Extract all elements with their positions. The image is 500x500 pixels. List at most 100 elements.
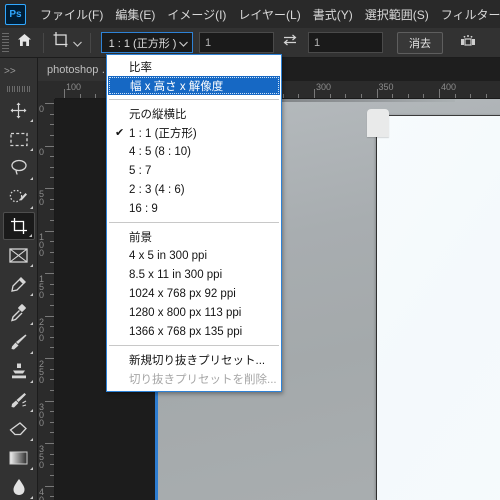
vertical-ruler[interactable]: 0 0 50 100 150 200 250 300 350 400 <box>38 99 55 500</box>
image-paper-corner-tab <box>367 109 389 137</box>
tool-brush-tool[interactable] <box>3 328 35 356</box>
tool-quick-selection-tool[interactable] <box>3 183 35 211</box>
ruler-minor-tick <box>50 241 54 243</box>
dropdown-menu-item-label: 2 : 3 (4 : 6) <box>129 183 185 196</box>
tool-expand-corner-icon <box>29 206 33 209</box>
dropdown-separator <box>109 99 279 100</box>
stamp-icon <box>10 362 28 380</box>
dropdown-menu-item-label: 切り抜きプリセットを削除... <box>129 373 277 386</box>
ruler-label: 400 <box>441 82 457 92</box>
dropdown-menu-item[interactable]: 幅 x 高さ x 解像度 <box>108 76 280 95</box>
ruler-origin-corner[interactable] <box>38 81 55 99</box>
active-tool-preset-picker[interactable] <box>50 31 84 55</box>
ruler-minor-tick <box>50 219 54 221</box>
ruler-major-tick <box>314 89 315 98</box>
dropdown-separator <box>109 345 279 346</box>
options-bar-divider-2 <box>90 32 91 53</box>
tool-clone-stamp-tool[interactable] <box>3 357 35 385</box>
dropdown-menu-item[interactable]: ✔ 1 : 1 (正方形) <box>107 123 281 142</box>
tool-eyedropper-tool[interactable] <box>3 270 35 298</box>
ruler-minor-tick <box>50 389 54 391</box>
ruler-minor-tick <box>50 421 54 423</box>
ruler-major-tick <box>64 89 65 98</box>
ruler-minor-tick <box>50 379 54 381</box>
menu-item-edit[interactable]: 編集(E) <box>109 2 161 27</box>
paintbrush-icon <box>10 333 28 351</box>
ruler-minor-tick <box>298 94 300 98</box>
tool-expand-corner-icon <box>29 322 33 325</box>
swap-dimensions-button[interactable] <box>278 32 302 54</box>
ruler-minor-tick <box>50 347 54 349</box>
menu-item-type[interactable]: 書式(Y) <box>307 2 359 27</box>
dropdown-menu-item[interactable]: 5 : 7 <box>107 161 281 180</box>
aspect-ratio-value: 1 : 1 (正方形 ) <box>108 37 177 50</box>
dropdown-menu-item[interactable]: 1280 x 800 px 113 ppi <box>107 303 281 322</box>
ruler-major-tick <box>439 89 440 98</box>
menu-item-image[interactable]: イメージ(I) <box>161 2 232 27</box>
history-brush-icon <box>10 391 28 409</box>
dropdown-menu-item[interactable]: 4 : 5 (8 : 10) <box>107 142 281 161</box>
tool-list <box>0 94 37 500</box>
menu-item-file[interactable]: ファイル(F) <box>34 2 109 27</box>
ruler-label: 300 <box>316 82 332 92</box>
crop-settings-button[interactable] <box>455 31 481 55</box>
tool-expand-corner-icon <box>29 409 33 412</box>
dropdown-menu-item[interactable]: 1024 x 768 px 92 ppi <box>107 284 281 303</box>
tool-expand-corner-icon <box>29 351 33 354</box>
tool-history-brush-tool[interactable] <box>3 386 35 414</box>
photoshop-logo-icon: Ps <box>5 3 26 25</box>
ruler-label: 200 <box>39 316 45 343</box>
menu-bar: Ps ファイル(F) 編集(E) イメージ(I) レイヤー(L) 書式(Y) 選… <box>0 0 500 28</box>
dropdown-menu-item[interactable]: 比率 <box>107 57 281 76</box>
tool-spot-healing-brush-tool[interactable] <box>3 299 35 327</box>
menu-item-layer[interactable]: レイヤー(L) <box>232 2 306 27</box>
ruler-minor-tick <box>50 262 54 264</box>
ruler-label: 400 <box>39 486 45 500</box>
ruler-major-tick <box>45 400 54 402</box>
ruler-minor-tick <box>470 94 472 98</box>
checkmark-icon: ✔ <box>115 127 125 139</box>
aspect-ratio-select[interactable]: 1 : 1 (正方形 ) <box>101 32 193 53</box>
tool-gradient-tool[interactable] <box>3 444 35 472</box>
dropdown-menu-item[interactable]: 4 x 5 in 300 ppi <box>107 246 281 265</box>
clear-button[interactable]: 消去 <box>397 31 443 54</box>
ruler-minor-tick <box>329 94 331 98</box>
crop-width-input[interactable]: 1 <box>199 32 274 53</box>
menu-item-select[interactable]: 選択範囲(S) <box>359 2 435 27</box>
tool-rectangular-select-tool[interactable] <box>3 125 35 153</box>
tools-panel: >> <box>0 58 38 500</box>
dropdown-menu-item[interactable]: 新規切り抜きプリセット... <box>107 350 281 369</box>
home-button[interactable] <box>11 31 37 55</box>
tool-crop-tool[interactable] <box>2 212 35 240</box>
dropdown-menu-item[interactable]: 2 : 3 (4 : 6) <box>107 180 281 199</box>
dropdown-menu-item-label: 1366 x 768 px 135 ppi <box>129 325 243 338</box>
waterdrop-icon <box>12 478 26 496</box>
tools-panel-collapse-button[interactable]: >> <box>0 58 37 84</box>
dropdown-separator <box>109 222 279 223</box>
crop-height-input[interactable]: 1 <box>308 32 383 53</box>
aspect-ratio-dropdown-menu[interactable]: 比率幅 x 高さ x 解像度 元の縦横比 ✔ 1 : 1 (正方形) 4 : 5 (8 … <box>106 54 282 392</box>
tools-panel-drag-grip[interactable] <box>0 84 37 94</box>
ruler-minor-tick <box>50 209 54 211</box>
dropdown-menu-item[interactable]: 16 : 9 <box>107 199 281 218</box>
dropdown-menu-item-label: 幅 x 高さ x 解像度 <box>130 80 224 93</box>
tool-expand-corner-icon <box>28 234 32 237</box>
ruler-minor-tick <box>50 304 54 306</box>
tool-lasso-tool[interactable] <box>3 154 35 182</box>
options-bar-divider-1 <box>43 32 44 53</box>
tool-move-tool[interactable] <box>3 96 35 124</box>
dropdown-menu-item[interactable]: 8.5 x 11 in 300 ppi <box>107 265 281 284</box>
ruler-minor-tick <box>50 283 54 285</box>
options-bar-drag-grip[interactable] <box>2 32 11 54</box>
ruler-minor-tick <box>454 94 456 98</box>
tool-eraser-tool[interactable] <box>3 415 35 443</box>
ruler-major-tick <box>45 103 54 104</box>
ruler-minor-tick <box>50 251 54 253</box>
menu-item-filter[interactable]: フィルター(T) <box>435 2 500 27</box>
tool-expand-corner-icon <box>29 467 33 470</box>
dropdown-menu-item[interactable]: 1366 x 768 px 135 ppi <box>107 322 281 341</box>
ruler-minor-tick <box>360 94 362 98</box>
tool-blur-tool[interactable] <box>3 473 35 500</box>
tool-frame-tool[interactable] <box>3 241 35 269</box>
ruler-minor-tick <box>50 198 54 200</box>
